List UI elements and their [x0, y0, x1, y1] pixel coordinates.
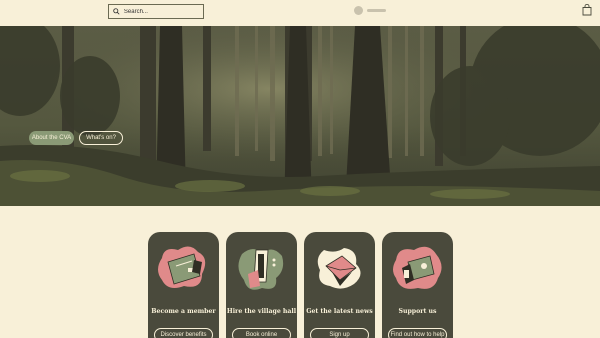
card-hire-hall: Hire the village hall Book online: [226, 232, 297, 338]
forest-background-image: [0, 26, 600, 206]
card-title: Support us: [398, 308, 437, 315]
card-become-member: Become a member Discover benefits: [148, 232, 219, 338]
discover-benefits-button[interactable]: Discover benefits: [154, 328, 213, 338]
search-input[interactable]: [123, 8, 203, 15]
about-cva-button[interactable]: About the CVA: [29, 131, 74, 145]
card-title: Hire the village hall: [226, 308, 297, 315]
phone-booking-icon: [238, 249, 284, 290]
site-header: [0, 0, 600, 26]
envelope-icon: [317, 248, 361, 289]
membership-card-icon: [158, 246, 206, 288]
shopping-bag-icon[interactable]: [582, 4, 592, 16]
card-latest-news: Get the latest news Sign up: [304, 232, 375, 338]
user-avatar-icon[interactable]: [354, 6, 363, 15]
sign-up-button[interactable]: Sign up: [310, 328, 369, 338]
card-support-us: Support us Find out how to help: [382, 232, 453, 338]
whats-on-button[interactable]: What's on?: [79, 131, 123, 145]
hero-banner: About the CVA What's on?: [0, 26, 600, 206]
donation-phone-icon: [393, 246, 442, 289]
find-out-how-to-help-button[interactable]: Find out how to help: [388, 328, 447, 338]
login-placeholder[interactable]: [367, 9, 386, 12]
book-online-button[interactable]: Book online: [232, 328, 291, 338]
search-box[interactable]: [108, 4, 204, 19]
search-icon: [113, 8, 120, 15]
card-title: Become a member: [151, 308, 216, 315]
card-title: Get the latest news: [306, 308, 373, 315]
